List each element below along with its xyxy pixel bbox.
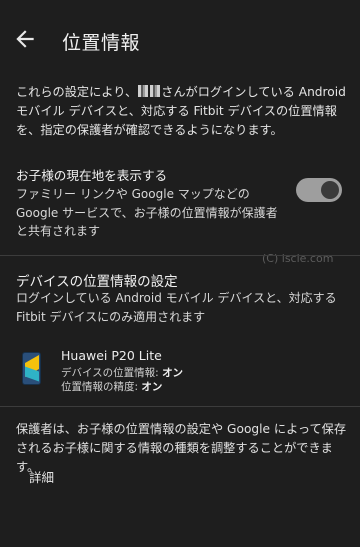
device-location-status: デバイスの位置情報: オン — [61, 367, 184, 379]
divider — [0, 406, 360, 407]
app-bar: 位置情報 — [0, 0, 360, 82]
device-section-description: ログインしている Android モバイル デバイスと、対応する Fitbit … — [16, 291, 337, 324]
show-location-description: ファミリー リンクや Google マップなどの Google サービスで、お子… — [16, 187, 278, 238]
phone-icon — [22, 352, 41, 385]
device-item[interactable]: Huawei P20 Lite デバイスの位置情報: オン 位置情報の精度: オ… — [16, 348, 350, 393]
show-location-setting[interactable]: お子様の現在地を表示する ファミリー リンクや Google マップなどの Go… — [16, 168, 350, 238]
footer-text: 保護者は、お子様の位置情報の設定や Google によって保存されるお子様に関す… — [16, 422, 347, 474]
switch-knob — [321, 181, 339, 199]
arrow-back-icon[interactable] — [12, 26, 38, 52]
device-section-title: デバイスの位置情報の設定 — [16, 274, 178, 290]
show-location-switch[interactable] — [296, 178, 342, 202]
divider — [0, 255, 360, 256]
intro-text-before: これらの設定により、 — [16, 85, 138, 99]
redacted-name — [150, 85, 161, 97]
details-link[interactable]: 詳細 — [29, 467, 54, 486]
redacted-name — [138, 85, 149, 97]
page-title: 位置情報 — [62, 32, 141, 54]
device-name: Huawei P20 Lite — [61, 348, 162, 363]
intro-text: これらの設定により、 さんがログインしている Android モバイル デバイスと… — [16, 83, 350, 140]
device-accuracy-status: 位置情報の精度: オン — [61, 381, 163, 393]
watermark: (C) iscle.com — [262, 252, 334, 265]
